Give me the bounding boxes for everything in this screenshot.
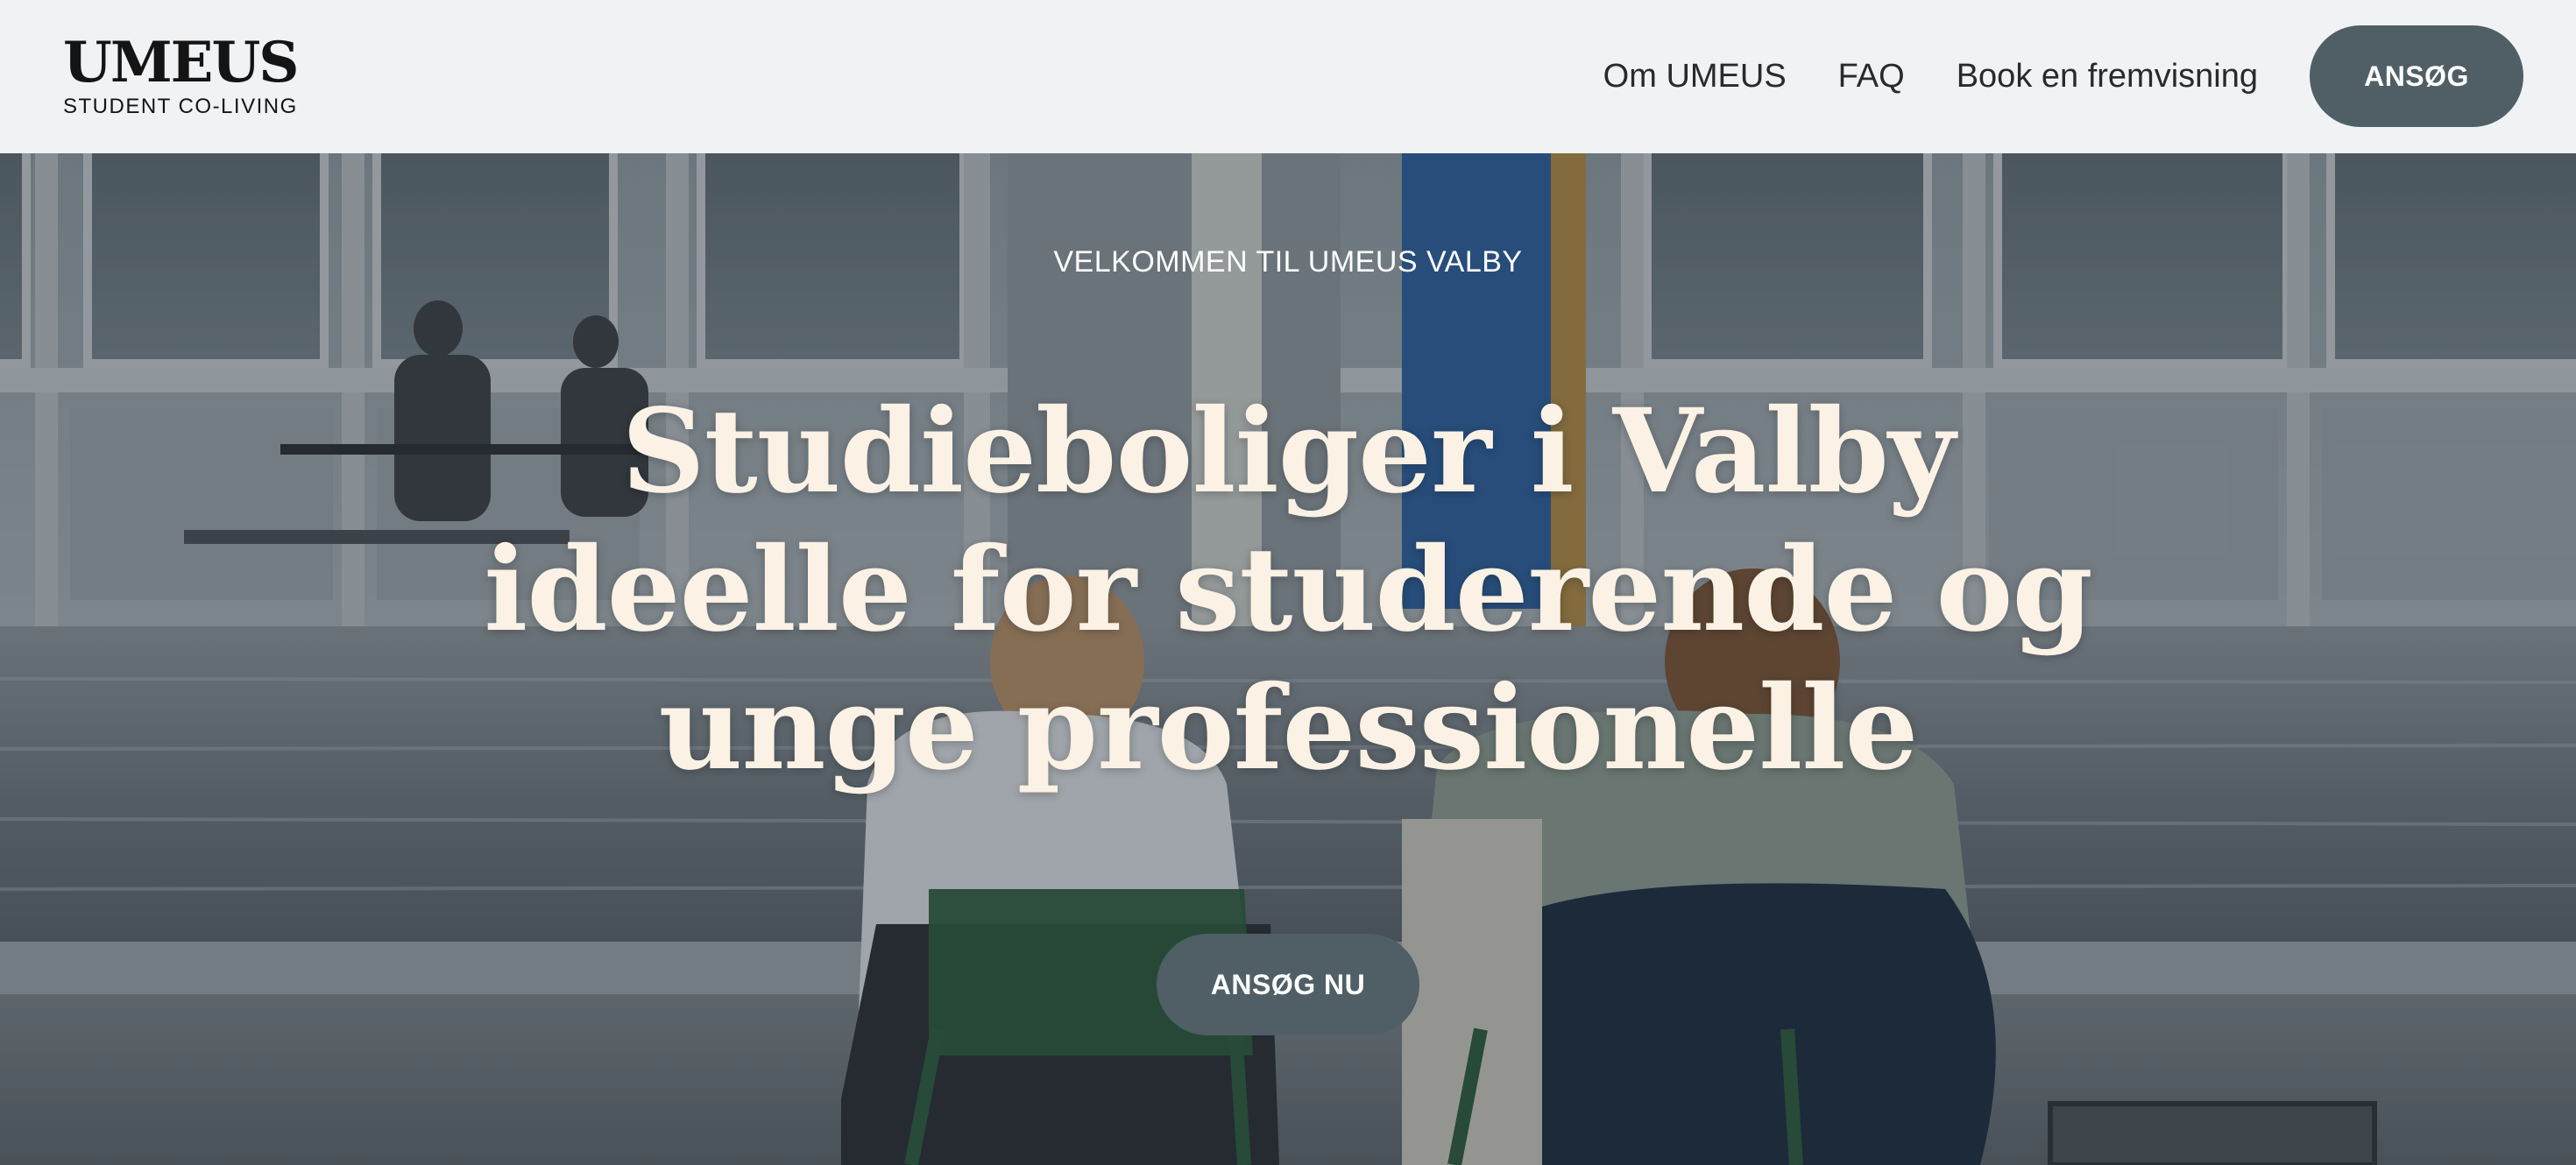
hero-eyebrow: VELKOMMEN TIL UMEUS VALBY: [1053, 245, 1523, 279]
nav-link-faq[interactable]: FAQ: [1838, 58, 1905, 95]
hero-content: VELKOMMEN TIL UMEUS VALBY Studieboliger …: [0, 153, 2576, 1165]
headline-line-2: ideelle for studerende og: [484, 522, 2093, 658]
hero-headline: Studieboliger i Valby ideelle for studer…: [368, 383, 2208, 798]
nav-link-book-fremvisning[interactable]: Book en fremvisning: [1957, 58, 2258, 95]
logo-wordmark: UMEUS: [63, 30, 299, 95]
headline-line-1: Studieboliger i Valby: [621, 384, 1955, 519]
hero-apply-now-button[interactable]: ANSØG NU: [1157, 934, 1419, 1035]
umeus-logo[interactable]: UMEUS STUDENT CO-LIVING: [63, 30, 299, 119]
hero-section: VELKOMMEN TIL UMEUS VALBY Studieboliger …: [0, 153, 2576, 1165]
nav-link-om-umeus[interactable]: Om UMEUS: [1603, 58, 1787, 95]
headline-line-3: unge professionelle: [658, 660, 1919, 796]
logo-tagline: STUDENT CO-LIVING: [63, 95, 298, 118]
site-header: UMEUS STUDENT CO-LIVING Om UMEUS FAQ Boo…: [0, 0, 2576, 153]
main-nav: Om UMEUS FAQ Book en fremvisning ANSØG: [1603, 25, 2523, 128]
header-apply-button[interactable]: ANSØG: [2310, 25, 2523, 127]
